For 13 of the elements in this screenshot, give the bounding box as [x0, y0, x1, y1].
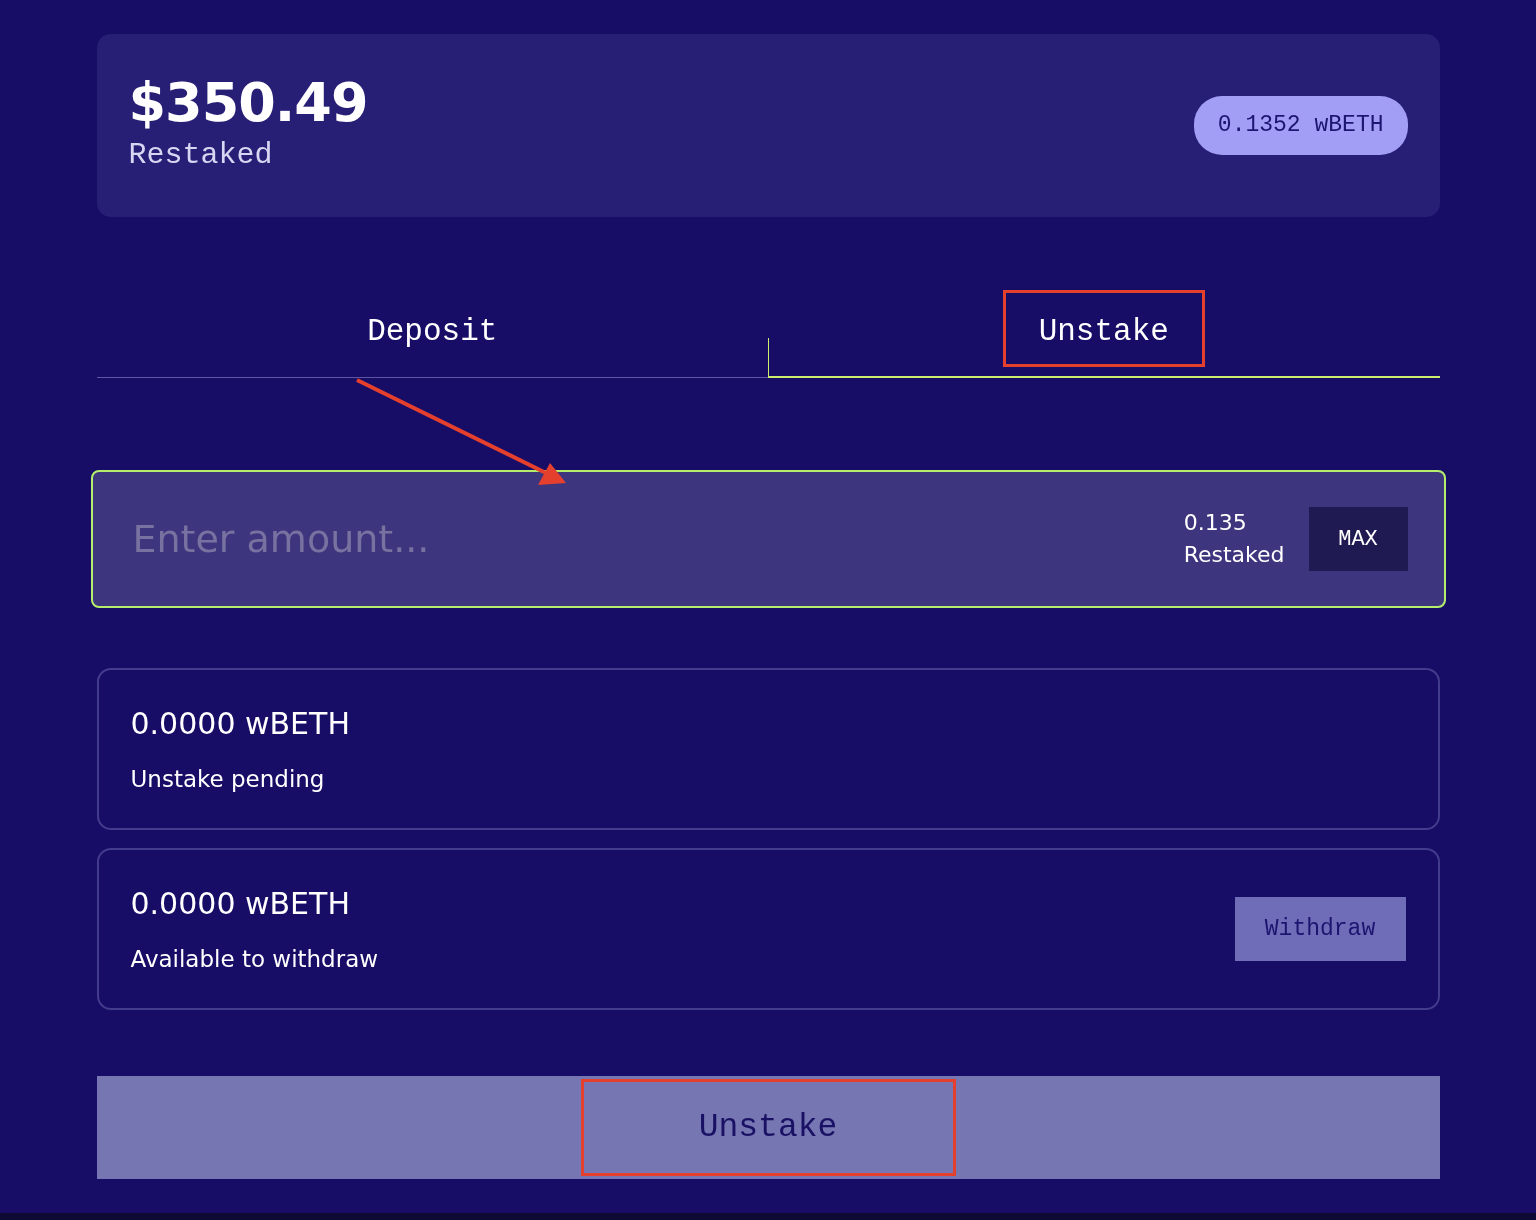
max-button[interactable]: MAX — [1308, 507, 1408, 571]
balance-value: 0.135 — [1183, 509, 1248, 538]
token-amount: 0.0000 wBETH — [130, 705, 350, 744]
amount-field[interactable]: Enter amount... 0.135 Restaked MAX — [90, 470, 1446, 608]
status-label: Available to withdraw — [130, 945, 379, 975]
token-amount: 0.0000 wBETH — [130, 885, 351, 924]
status-label: Unstake pending — [130, 765, 326, 795]
tab[interactable]: Deposit — [96, 290, 768, 378]
tab[interactable]: Unstake — [768, 290, 1440, 378]
balance-amount: $350.49 — [128, 73, 368, 133]
token-badge: 0.1352 wBETH — [1193, 96, 1408, 155]
balance-label: Restaked — [128, 136, 274, 174]
balance-caption: Restaked — [1183, 541, 1285, 569]
